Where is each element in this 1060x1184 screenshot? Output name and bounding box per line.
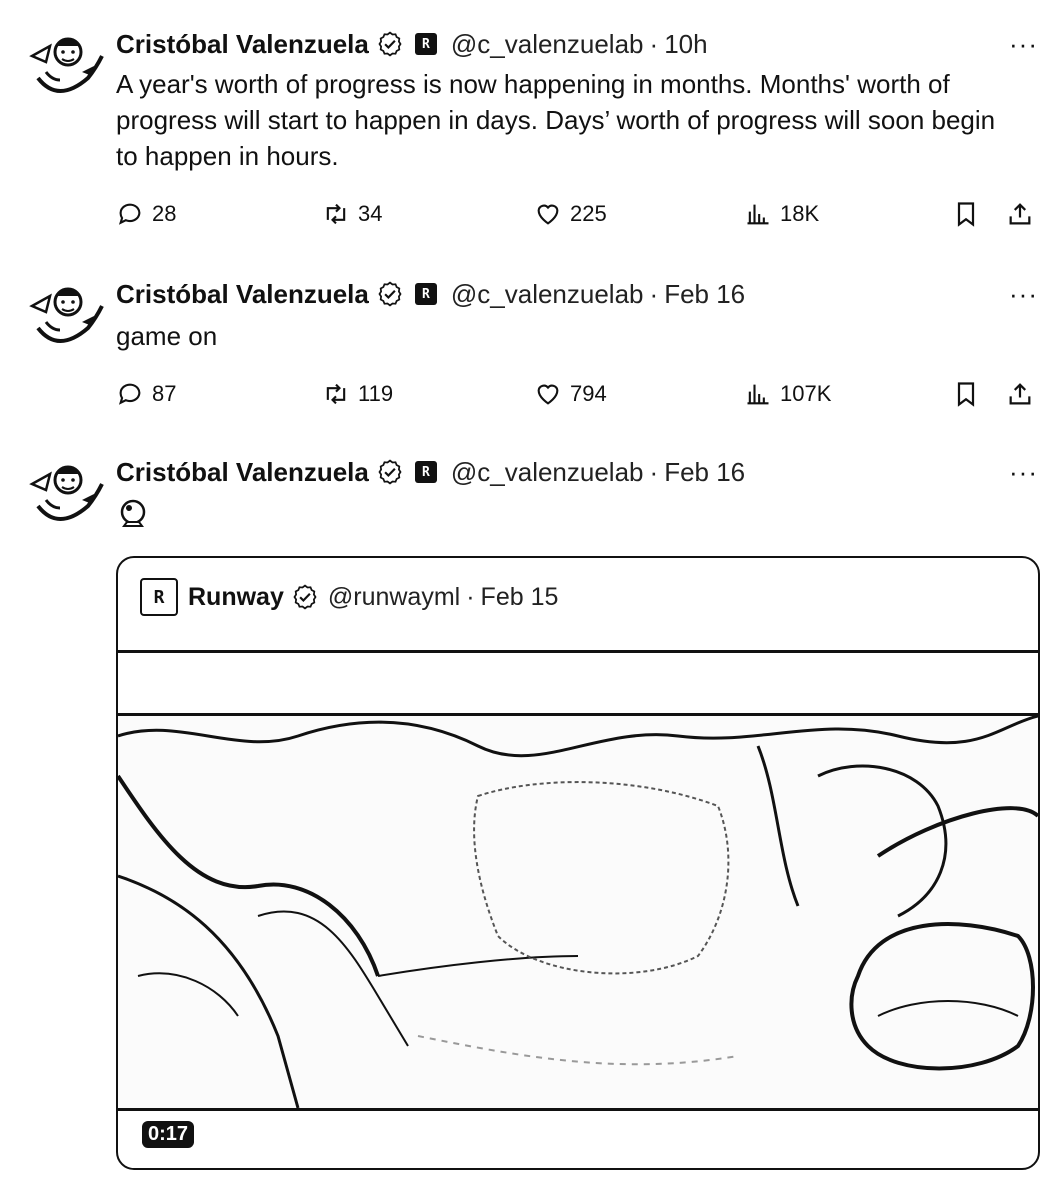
separator-dot: ·: [649, 28, 659, 59]
affiliate-badge-icon[interactable]: R: [414, 33, 437, 55]
video-letterbox-top: [118, 653, 1038, 716]
tweet-text: game on: [116, 321, 218, 351]
tweet-header: Cristóbal Valenzuela R @c_valenzuelab · …: [116, 24, 708, 64]
share-button[interactable]: [1006, 374, 1034, 414]
views-count: 107K: [780, 381, 832, 406]
more-options-icon[interactable]: ···: [1009, 274, 1038, 314]
author-handle[interactable]: @c_valenzuelab: [451, 279, 644, 310]
like-icon: [534, 380, 562, 408]
tweet-time[interactable]: 10h: [664, 29, 707, 60]
more-options-icon[interactable]: ···: [1009, 452, 1038, 492]
reply-icon: [116, 200, 144, 228]
views-button[interactable]: 107K: [744, 374, 831, 414]
repost-button[interactable]: 119: [322, 374, 393, 414]
verified-badge-icon: [377, 281, 403, 307]
reply-count: 87: [152, 381, 177, 406]
views-icon: [744, 380, 772, 408]
like-count: 794: [570, 381, 607, 406]
video-frame[interactable]: [118, 716, 1038, 1108]
verified-badge-icon: [377, 459, 403, 485]
separator-dot: ·: [466, 582, 475, 611]
author-handle[interactable]: @c_valenzuelab: [451, 457, 644, 488]
author-avatar[interactable]: [28, 28, 104, 98]
views-icon: [744, 200, 772, 228]
quoted-tweet-header: R Runway @runwayml · Feb 15: [140, 578, 558, 616]
video-player[interactable]: 0:17: [118, 650, 1038, 1167]
author-name[interactable]: Cristóbal Valenzuela: [116, 279, 369, 310]
bookmark-button[interactable]: [952, 374, 980, 414]
crystal-ball-icon: [120, 499, 146, 527]
bookmark-icon: [952, 200, 980, 228]
tweet-header: Cristóbal Valenzuela R @c_valenzuelab · …: [116, 274, 745, 314]
repost-count: 34: [358, 201, 383, 226]
separator-dot: ·: [649, 278, 659, 309]
share-icon: [1006, 200, 1034, 228]
author-avatar[interactable]: [28, 456, 104, 526]
runway-logo-icon[interactable]: R: [140, 578, 178, 616]
repost-button[interactable]: 34: [322, 194, 382, 234]
tweet-actions: 87 119 794 107K: [116, 374, 1046, 414]
bookmark-button[interactable]: [952, 194, 980, 234]
tweet-text: A year's worth of progress is now happen…: [116, 69, 996, 171]
quoted-author-handle[interactable]: @runwayml: [328, 583, 460, 612]
separator-dot: ·: [649, 456, 659, 487]
like-count: 225: [570, 201, 607, 226]
tweet-2[interactable]: Cristóbal Valenzuela R @c_valenzuelab · …: [0, 274, 1060, 414]
quoted-author-name[interactable]: Runway: [188, 583, 284, 612]
repost-count: 119: [358, 381, 394, 406]
reply-count: 28: [152, 201, 177, 226]
reply-button[interactable]: 28: [116, 194, 176, 234]
tweet-actions: 28 34 225 18K: [116, 194, 1046, 234]
author-name[interactable]: Cristóbal Valenzuela: [116, 29, 369, 60]
video-duration: 0:17: [142, 1121, 195, 1148]
like-icon: [534, 200, 562, 228]
author-name[interactable]: Cristóbal Valenzuela: [116, 457, 369, 488]
views-button[interactable]: 18K: [744, 194, 819, 234]
tweet-time[interactable]: Feb 16: [664, 279, 745, 310]
repost-icon: [322, 380, 350, 408]
like-button[interactable]: 794: [534, 374, 607, 414]
tweet-time[interactable]: Feb 16: [664, 457, 745, 488]
repost-icon: [322, 200, 350, 228]
bookmark-icon: [952, 380, 980, 408]
more-options-icon[interactable]: ···: [1009, 24, 1038, 64]
affiliate-badge-icon[interactable]: R: [414, 461, 437, 483]
like-button[interactable]: 225: [534, 194, 607, 234]
tweet-header: Cristóbal Valenzuela R @c_valenzuelab · …: [116, 452, 745, 492]
verified-badge-icon: [377, 31, 403, 57]
quoted-tweet[interactable]: R Runway @runwayml · Feb 15 0:17: [116, 556, 1040, 1170]
share-icon: [1006, 380, 1034, 408]
author-avatar[interactable]: [28, 278, 104, 348]
tweet-1[interactable]: Cristóbal Valenzuela R @c_valenzuelab · …: [0, 24, 1060, 240]
share-button[interactable]: [1006, 194, 1034, 234]
reply-button[interactable]: 87: [116, 374, 176, 414]
quoted-tweet-time[interactable]: Feb 15: [481, 583, 559, 612]
video-controls: 0:17: [118, 1108, 1038, 1168]
verified-badge-icon: [292, 584, 318, 610]
author-handle[interactable]: @c_valenzuelab: [451, 29, 644, 60]
views-count: 18K: [780, 201, 820, 226]
reply-icon: [116, 380, 144, 408]
affiliate-badge-icon[interactable]: R: [414, 283, 437, 305]
